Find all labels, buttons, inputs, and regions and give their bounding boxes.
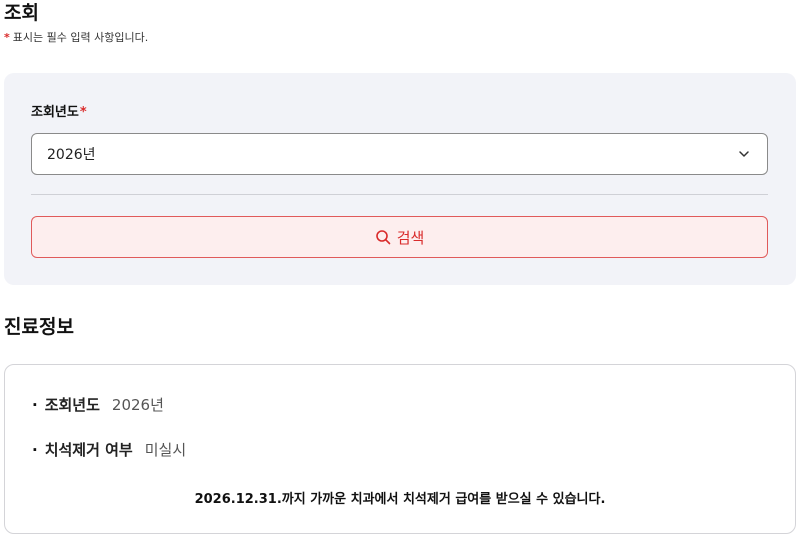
search-panel: 조회년도* 2026년 검색 [4, 73, 796, 285]
year-field-label-text: 조회년도 [31, 105, 79, 120]
info-label: 치석제거 여부 [44, 441, 133, 459]
required-star: * [4, 31, 10, 44]
info-value: 2026년 [111, 396, 164, 414]
info-section-title: 진료정보 [4, 316, 74, 338]
year-select-value: 2026년 [47, 147, 96, 163]
info-panel: · 조회년도 2026년 · 치석제거 여부 미실시 2026.12.31.까지… [4, 364, 796, 534]
info-label: 조회년도 [44, 396, 100, 414]
divider [31, 194, 768, 195]
info-value: 미실시 [144, 441, 187, 459]
bullet: · [32, 396, 38, 414]
year-select[interactable]: 2026년 [31, 133, 768, 175]
search-button[interactable]: 검색 [31, 216, 768, 258]
required-note: * 표시는 필수 입력 사항입니다. [4, 32, 148, 43]
notice-text: 2026.12.31.까지 가까운 치과에서 치석제거 급여를 받으실 수 있습… [194, 492, 606, 507]
search-section-title: 조회 [4, 2, 39, 24]
search-icon [375, 230, 390, 245]
info-row-scaling: · 치석제거 여부 미실시 [32, 443, 186, 458]
year-field-label: 조회년도* [31, 106, 87, 119]
required-note-text: 표시는 필수 입력 사항입니다. [12, 31, 149, 44]
chevron-down-icon [739, 151, 749, 157]
info-row-year: · 조회년도 2026년 [32, 398, 164, 413]
search-button-label: 검색 [396, 228, 425, 247]
bullet: · [32, 441, 38, 459]
required-star: * [79, 105, 87, 120]
